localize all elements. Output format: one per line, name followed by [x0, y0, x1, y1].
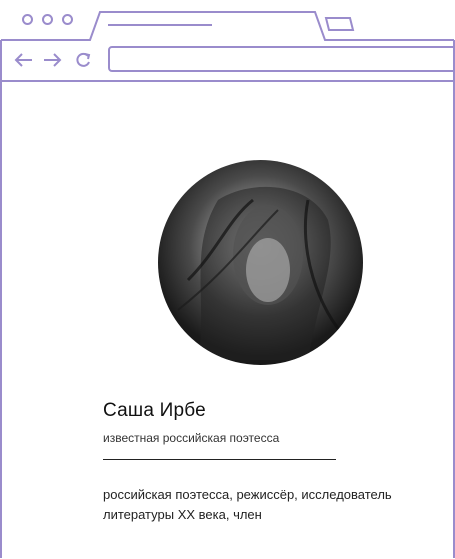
- back-arrow-icon[interactable]: [12, 50, 36, 70]
- profile-avatar: [158, 160, 363, 365]
- profile-subtitle: известная российская поэтесса: [103, 431, 280, 445]
- divider: [103, 459, 336, 460]
- profile-bio: российская поэтесса, режиссёр, исследова…: [103, 487, 392, 522]
- reload-icon[interactable]: [74, 50, 94, 70]
- profile-name: Саша Ирбе: [103, 400, 206, 421]
- window-dot-2-icon: [42, 14, 53, 25]
- portrait-image: [177, 186, 350, 360]
- forward-arrow-icon[interactable]: [40, 50, 64, 70]
- window-dot-1-icon: [22, 14, 33, 25]
- address-bar[interactable]: [110, 48, 455, 70]
- window-dot-3-icon: [62, 14, 73, 25]
